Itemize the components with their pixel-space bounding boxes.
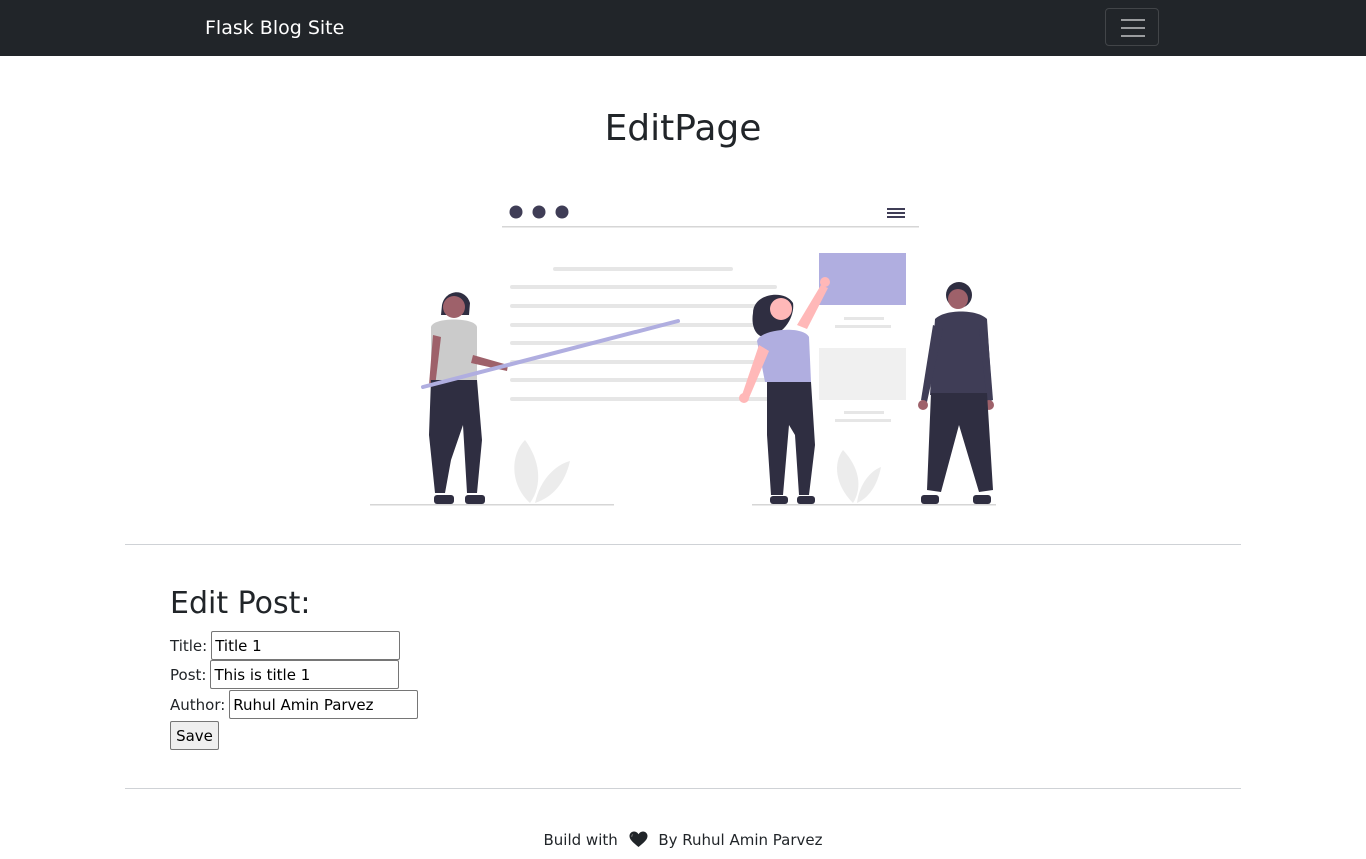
browser-window-dots	[509, 205, 569, 219]
page-title: EditPage	[604, 108, 762, 149]
divider-top	[125, 544, 1241, 545]
post-row: Post:	[170, 660, 400, 689]
post-label: Post:	[170, 665, 207, 684]
form-heading: Edit Post:	[170, 586, 311, 621]
footer: Build with By Ruhul Amin Parvez	[0, 829, 1366, 851]
navbar-toggler-button[interactable]	[1105, 8, 1159, 46]
navbar: Flask Blog Site	[0, 0, 1366, 56]
heart-icon	[629, 831, 648, 847]
post-input[interactable]	[210, 660, 400, 689]
save-button[interactable]: Save	[170, 721, 219, 750]
hamburger-menu-icon	[1121, 19, 1145, 37]
title-row: Title:	[170, 631, 401, 660]
navbar-brand[interactable]: Flask Blog Site	[205, 16, 344, 40]
footer-author: By Ruhul Amin Parvez	[658, 831, 823, 849]
divider-bottom	[125, 788, 1241, 789]
author-input[interactable]	[229, 690, 419, 719]
title-label: Title:	[170, 636, 208, 655]
footer-prefix: Build with	[543, 831, 618, 849]
title-input[interactable]	[211, 631, 401, 660]
author-label: Author:	[170, 695, 226, 714]
person-middle	[739, 277, 830, 504]
browser-menu-icon	[887, 208, 905, 218]
person-right	[918, 282, 994, 504]
author-row: Author:	[170, 690, 419, 719]
team-collaboration-illustration	[370, 205, 996, 506]
